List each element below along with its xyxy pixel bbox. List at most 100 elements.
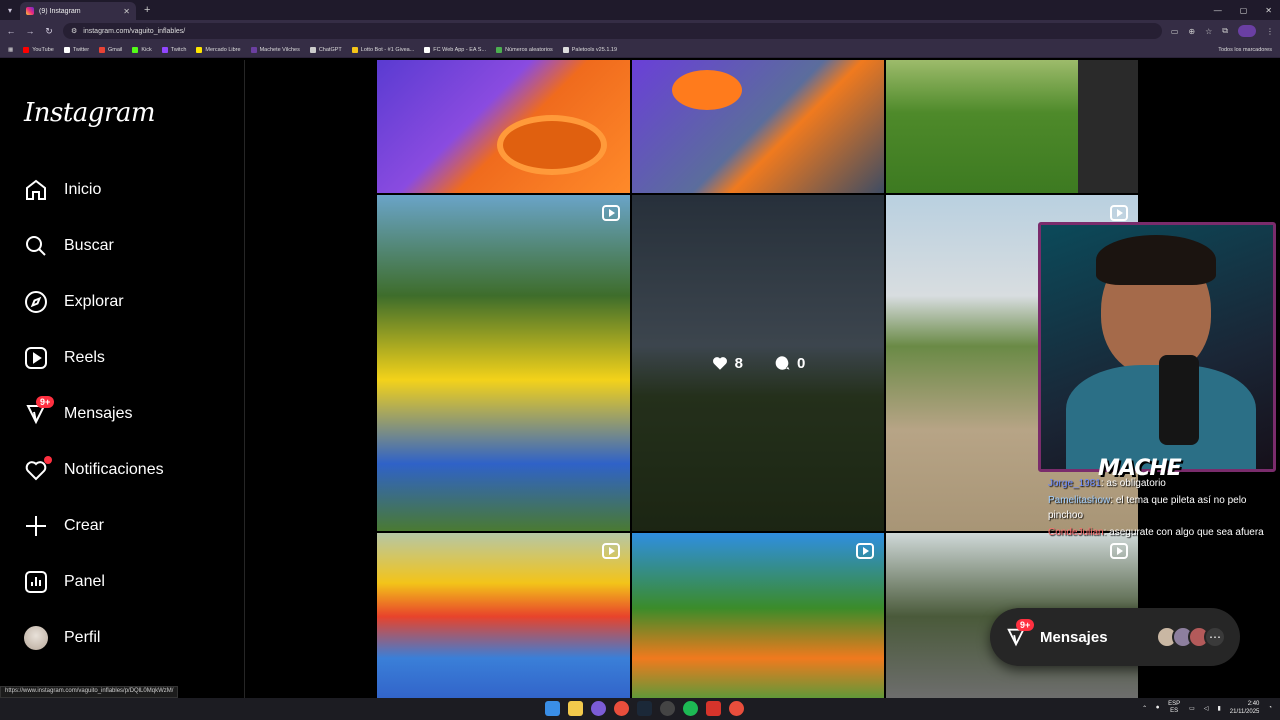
post-thumbnail[interactable]	[377, 195, 630, 531]
sidebar-item-buscar[interactable]: Buscar	[24, 226, 234, 266]
bookmark-item[interactable]: Twitch	[161, 46, 186, 53]
sidebar-item-perfil[interactable]: Perfil	[24, 618, 234, 658]
clock-date: 21/11/2025	[1229, 709, 1260, 715]
system-tray: ⌃ ⏺ ESP ES ▭ ◁ ▮ 2:40 21/11/2025 ◔	[1142, 700, 1272, 716]
bookmark-item[interactable]: Twitter	[63, 46, 89, 53]
zoom-icon[interactable]: ⊕	[1188, 27, 1195, 36]
browser-tab-instagram[interactable]: (9) Instagram ✕	[20, 2, 136, 20]
bookmark-item[interactable]: Mercado Libre	[196, 46, 241, 53]
post-thumbnail[interactable]	[377, 533, 630, 700]
window-controls: — ▢ ✕	[1214, 0, 1272, 20]
bookmark-item[interactable]: ChatGPT	[309, 46, 342, 53]
chat-text: as obligatorio	[1106, 478, 1166, 489]
extensions-icon[interactable]: ⧉	[1222, 26, 1228, 36]
site-info-icon[interactable]: ⚙	[71, 27, 77, 35]
sidebar-item-label: Crear	[64, 517, 105, 534]
sidebar-item-label: Panel	[64, 573, 105, 590]
bookmark-item[interactable]: Paletools v25.1.19	[562, 46, 617, 53]
file-explorer-icon[interactable]	[568, 701, 583, 716]
bookmark-star-icon[interactable]: ☆	[1205, 27, 1212, 36]
sidebar-item-notificaciones[interactable]: Notificaciones	[24, 450, 234, 490]
sidebar-item-label: Inicio	[64, 181, 102, 198]
post-thumbnail-hovered[interactable]: 8 0	[632, 195, 884, 531]
grill-shape	[1078, 60, 1138, 193]
sidebar-item-inicio[interactable]: Inicio	[24, 170, 234, 210]
back-icon[interactable]: ←	[6, 26, 16, 36]
sidebar-item-mensajes[interactable]: 9+ Mensajes	[24, 394, 234, 434]
instagram-sidebar: Instagram Inicio Buscar Explorar Reels 9…	[0, 60, 245, 700]
messages-label: Mensajes	[1040, 628, 1108, 646]
menu-icon[interactable]: ⋮	[1266, 27, 1274, 36]
battery-icon[interactable]: ▮	[1217, 705, 1220, 712]
notification-icon[interactable]: ◔	[1268, 705, 1272, 711]
windows-start-icon[interactable]	[545, 701, 560, 716]
app-icon[interactable]	[591, 701, 606, 716]
profile-icon[interactable]	[1238, 25, 1256, 37]
plus-icon	[24, 514, 48, 538]
maximize-icon[interactable]: ▢	[1240, 6, 1248, 15]
steam-icon[interactable]	[637, 701, 652, 716]
bookmark-item[interactable]: Kick	[132, 46, 152, 53]
network-icon[interactable]: ▭	[1189, 705, 1195, 712]
post-thumbnail[interactable]	[377, 60, 630, 193]
app-icon[interactable]	[706, 701, 721, 716]
microphone-icon[interactable]: ⏺	[1156, 705, 1159, 712]
bookmark-item[interactable]: Números aleatorios	[496, 46, 553, 53]
tray-chevron-icon[interactable]: ⌃	[1142, 705, 1147, 712]
bookmark-label: Gmail	[108, 46, 123, 53]
bookmark-item[interactable]: Machete Vilches	[250, 46, 300, 53]
comment-filled-icon	[775, 356, 790, 370]
close-window-icon[interactable]: ✕	[1265, 6, 1272, 15]
chat-username: Jorge_1981	[1048, 478, 1101, 489]
post-thumbnail[interactable]	[632, 533, 884, 700]
sidebar-item-explorar[interactable]: Explorar	[24, 282, 234, 322]
volume-icon[interactable]: ◁	[1204, 705, 1209, 712]
chat-message: Jorge_1981: as obligatorio	[1048, 478, 1166, 489]
apps-icon[interactable]: ▦	[8, 47, 13, 53]
heart-filled-icon	[712, 357, 727, 370]
cast-icon[interactable]: ▭	[1171, 27, 1179, 36]
address-bar-actions: ▭ ⊕ ☆ ⧉ ⋮	[1171, 25, 1274, 37]
post-thumbnail[interactable]	[886, 60, 1138, 193]
search-icon	[24, 234, 48, 258]
reels-icon	[24, 346, 48, 370]
bookmark-favicon-icon	[63, 46, 70, 53]
likes-count: 8	[734, 354, 743, 372]
github-icon[interactable]	[660, 701, 675, 716]
url-input[interactable]: ⚙ instagram.com/vaguito_inflables/	[63, 23, 1162, 39]
taskbar-apps	[545, 701, 744, 716]
bookmark-item[interactable]: YouTube	[23, 46, 54, 53]
url-text: instagram.com/vaguito_inflables/	[83, 27, 186, 35]
reload-icon[interactable]: ↻	[44, 26, 54, 37]
avatar-wrapper	[24, 626, 48, 650]
sidebar-item-crear[interactable]: Crear	[24, 506, 234, 546]
bookmark-label: YouTube	[32, 46, 54, 53]
sidebar-item-label: Perfil	[64, 629, 101, 646]
heart-icon	[24, 456, 52, 482]
messages-floating-button[interactable]: 9+ Mensajes ⋯	[990, 608, 1240, 666]
forward-icon[interactable]: →	[25, 26, 35, 36]
clock[interactable]: 2:40 21/11/2025	[1230, 700, 1260, 716]
language-indicator[interactable]: ESP ES	[1168, 701, 1180, 715]
messenger-icon: 9+	[24, 396, 55, 426]
chrome-icon[interactable]	[614, 701, 629, 716]
new-tab-button[interactable]: +	[144, 4, 150, 16]
all-bookmarks-folder[interactable]: Todos los marcadores	[1218, 47, 1272, 53]
sidebar-item-reels[interactable]: Reels	[24, 338, 234, 378]
windows-taskbar: ⌃ ⏺ ESP ES ▭ ◁ ▮ 2:40 21/11/2025 ◔	[0, 698, 1280, 720]
spotify-icon[interactable]	[683, 701, 698, 716]
message-avatars: ⋯	[1156, 626, 1226, 648]
minimize-icon[interactable]: —	[1214, 6, 1222, 15]
bookmark-item[interactable]: FC Web App - EA S...	[424, 46, 486, 53]
comments-stat: 0	[773, 354, 805, 372]
tab-search-chevron-icon[interactable]: ▾	[0, 0, 20, 20]
tab-close-icon[interactable]: ✕	[123, 7, 130, 16]
sidebar-item-panel[interactable]: Panel	[24, 562, 234, 602]
inflatable-shape	[672, 70, 742, 110]
browser-tab-bar: ▾ (9) Instagram ✕ + — ▢ ✕	[0, 0, 1280, 20]
instagram-logo[interactable]: Instagram	[24, 98, 156, 128]
chrome-icon[interactable]	[729, 701, 744, 716]
bookmark-item[interactable]: Lotto Bot - #1 Givea...	[351, 46, 414, 53]
post-thumbnail[interactable]	[632, 60, 884, 193]
bookmark-item[interactable]: Gmail	[99, 46, 123, 53]
